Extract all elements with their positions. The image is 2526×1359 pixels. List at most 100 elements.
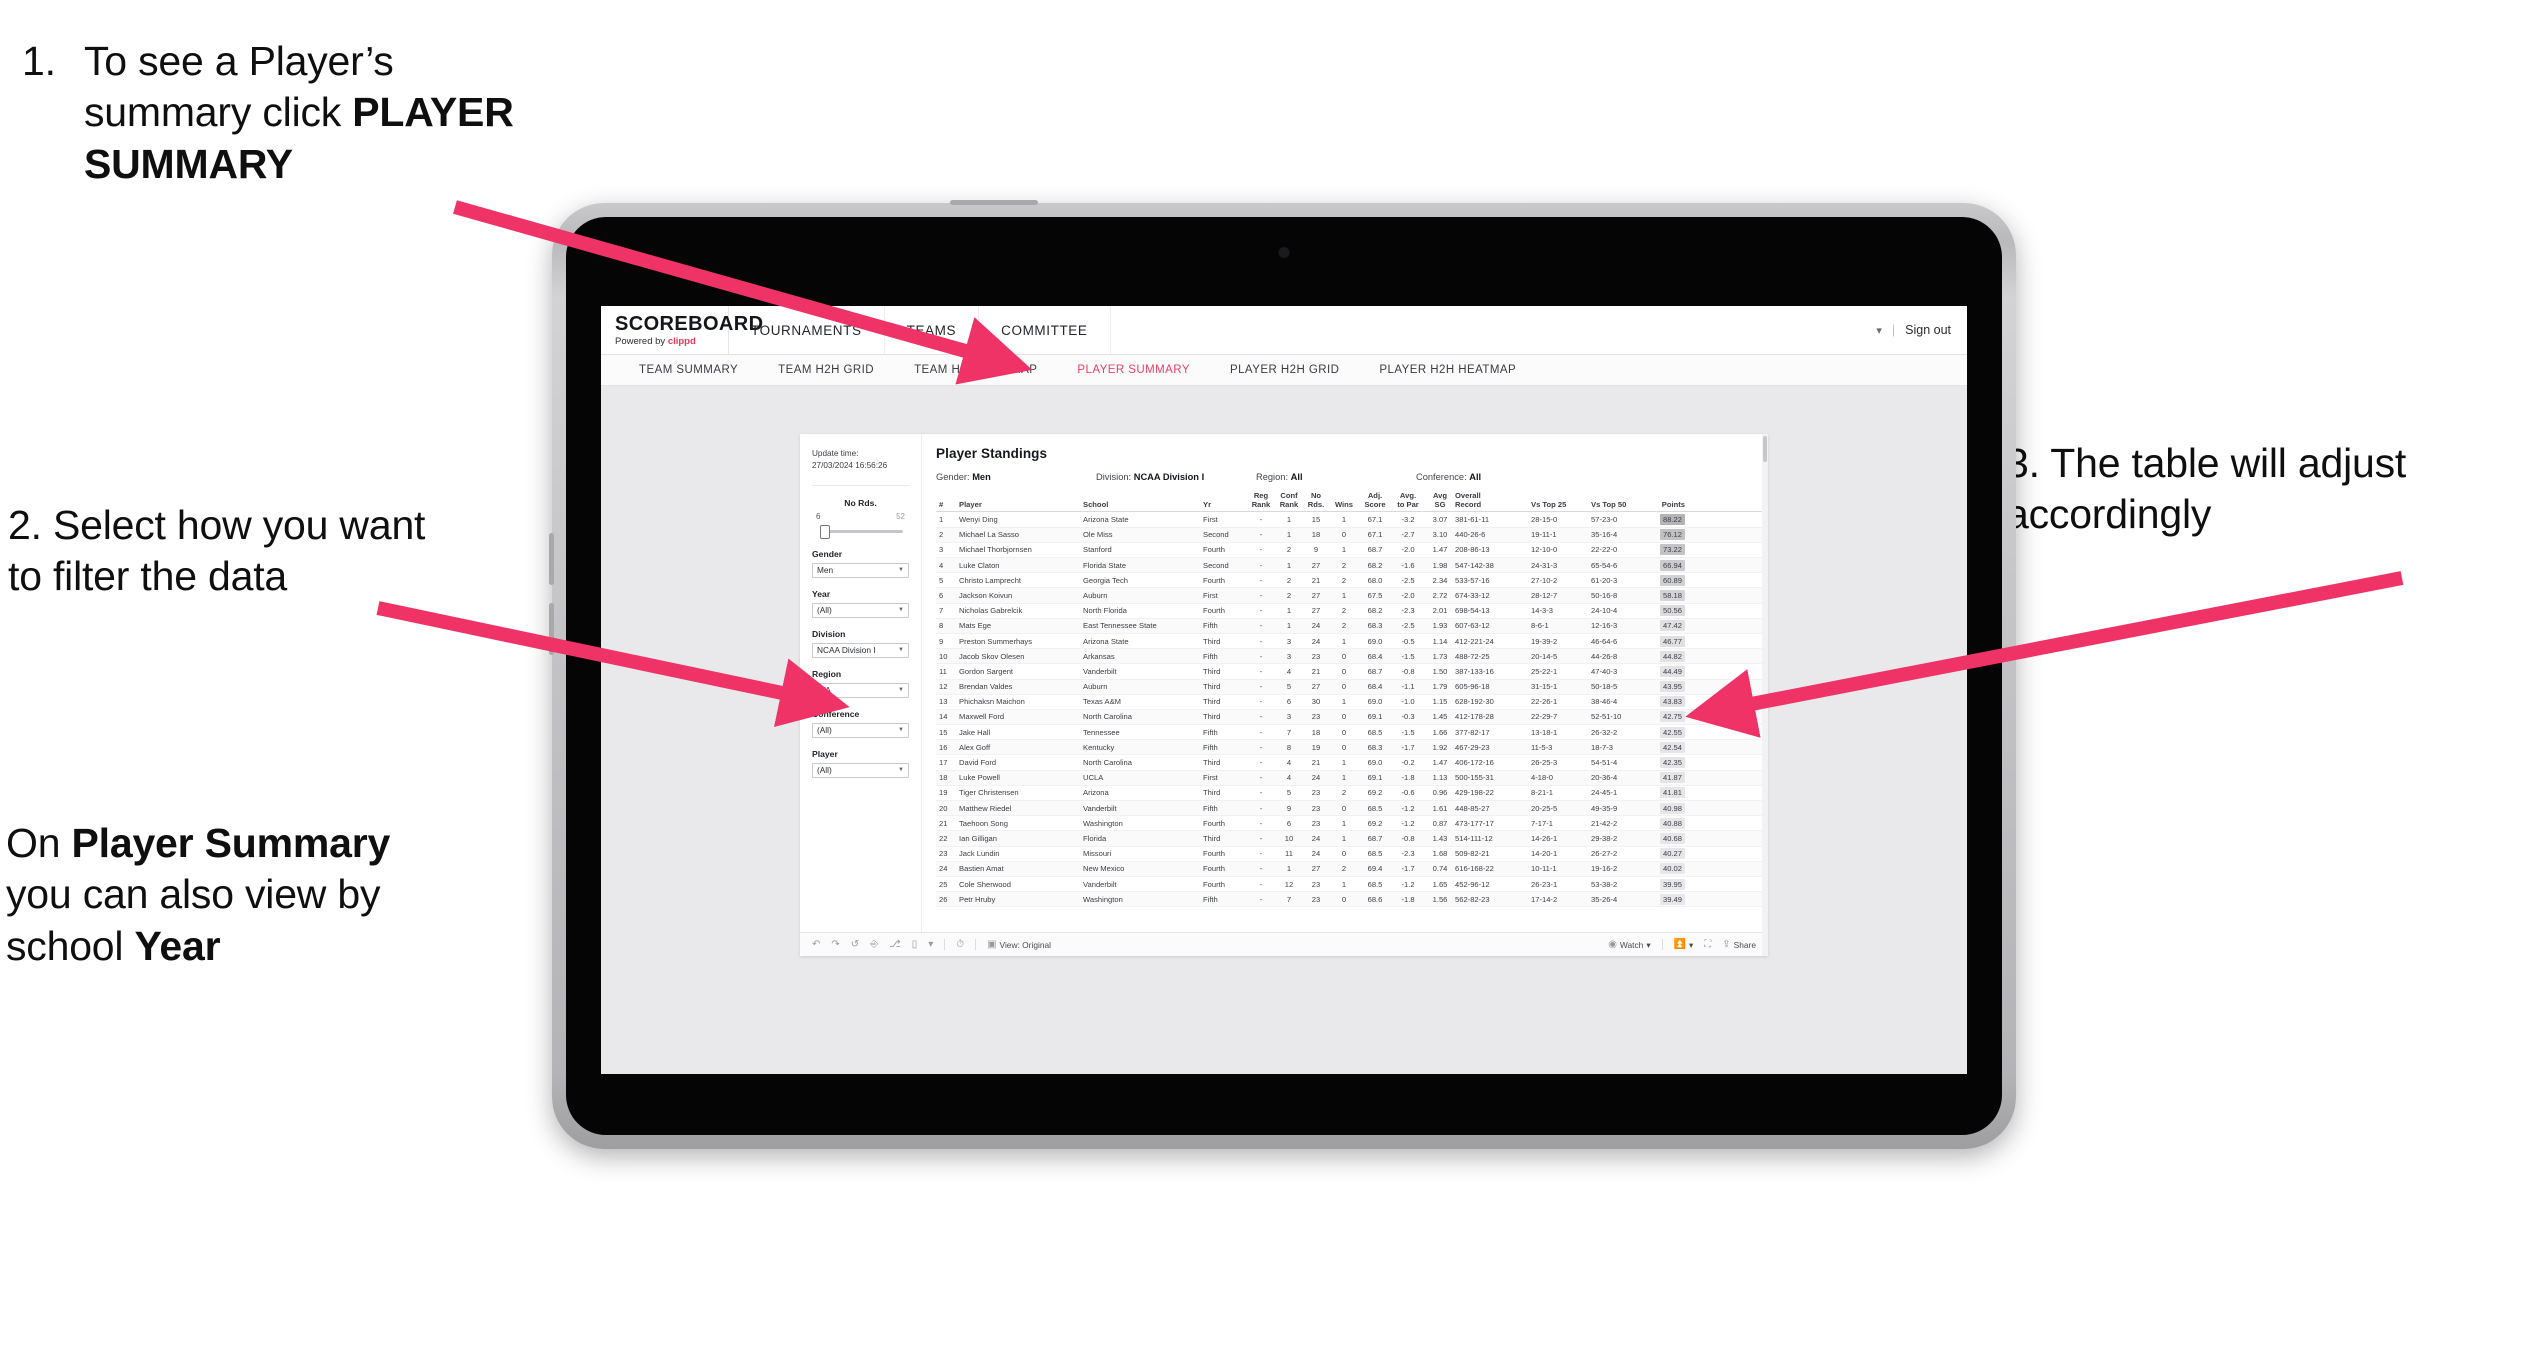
cell-no-rds: 24 xyxy=(1311,773,1321,783)
logo-title: SCOREBOARD xyxy=(615,312,764,335)
view-original-button[interactable]: ▣ View: Original xyxy=(987,939,1051,950)
table-row[interactable]: 17 David Ford North Carolina Third - 4 21 1 69.0… xyxy=(936,755,1768,771)
tablet-device-frame: SCOREBOARD Powered by clippd TOURNAMENTS… xyxy=(549,200,2016,1149)
table-row[interactable]: 1 Wenyi Ding Arizona State First - 1 15 1 67.1 -3… xyxy=(936,512,1768,528)
meta-gender: Gender: Men xyxy=(936,472,1096,482)
cell-player: Maxwell Ford xyxy=(959,712,1005,722)
table-row[interactable]: 21 Taehoon Song Washington Fourth - 6 23 1 69.2 -… xyxy=(936,816,1768,832)
column-header-vs-top-50[interactable]: Vs Top 50 xyxy=(1591,500,1649,510)
cell-points: 42.75 xyxy=(1649,711,1689,723)
table-row[interactable]: 2 Michael La Sasso Ole Miss Second - 1 18 0 67.1… xyxy=(936,527,1768,543)
table-row[interactable]: 4 Luke Claton Florida State Second - 1 27 2 68.2… xyxy=(936,558,1768,574)
chevron-down-icon[interactable]: ▾ xyxy=(1876,324,1882,337)
tab-player-summary[interactable]: PLAYER SUMMARY xyxy=(1057,364,1210,376)
table-row[interactable]: 6 Jackson Koivun Auburn First - 2 27 1 67.5 -2.0 2… xyxy=(936,588,1768,604)
table-row[interactable]: 5 Christo Lamprecht Georgia Tech Fourth - 2 21… xyxy=(936,573,1768,589)
filter-player-select[interactable]: (All) ▼ xyxy=(812,762,909,778)
table-row[interactable]: 12 Brendan Valdes Auburn Third - 5 27 0 68.4 -1.1… xyxy=(936,679,1768,695)
table-row[interactable]: 3 Michael Thorbjornsen Stanford Fourth -2 9 1 6… xyxy=(936,543,1768,558)
cell-reg-rank: - xyxy=(1259,651,1263,661)
table-row[interactable]: 19 Tiger Christensen Arizona Third - 5 23 2 69.2… xyxy=(936,786,1768,801)
undo-icon[interactable]: ↶ xyxy=(812,939,820,950)
column-header-wins[interactable]: Wins xyxy=(1329,500,1359,510)
cell-player: Ian Gilligan xyxy=(959,833,997,843)
cell-points: 47.42 xyxy=(1649,620,1689,632)
filter-region-select[interactable]: N/A ▼ xyxy=(812,682,909,698)
column-header-overall-record[interactable]: Overall Record xyxy=(1455,491,1531,509)
table-row[interactable]: 24 Bastien Amat New Mexico Fourth - 1 27 2 69.4 -… xyxy=(936,861,1768,877)
cell-school: North Carolina xyxy=(1083,758,1132,768)
cell-conf-rank: 9 xyxy=(1286,803,1292,813)
column-header-yr[interactable]: Yr xyxy=(1203,500,1247,510)
history-clock-icon[interactable]: ⏱ xyxy=(956,939,964,950)
header-nav-item-tournaments[interactable]: TOURNAMENTS xyxy=(729,306,885,354)
cell-overall-record: 377-82-17 xyxy=(1455,727,1490,737)
chevron-down-icon[interactable]: ▾ xyxy=(928,939,933,950)
column-header-no-rds[interactable]: No Rds. xyxy=(1303,491,1329,509)
download-button[interactable]: ⏫ ▾ xyxy=(1674,939,1694,950)
cell-no-rds: 21 xyxy=(1311,575,1321,585)
pause-updates-icon[interactable]: ⎇ xyxy=(889,939,901,950)
cell-avg-to-par: -3.2 xyxy=(1401,515,1415,525)
filter-division-select[interactable]: NCAA Division I ▼ xyxy=(812,642,909,658)
cell-wins: 2 xyxy=(1341,621,1347,631)
tab-team-h2h-grid[interactable]: TEAM H2H GRID xyxy=(758,364,894,376)
table-row[interactable]: 15 Jake Hall Tennessee Fifth - 7 18 0 68.5 -1.5 1.… xyxy=(936,725,1768,741)
column-header-conf-rank[interactable]: Conf Rank xyxy=(1275,491,1303,509)
sign-out-link[interactable]: Sign out xyxy=(1905,323,1951,337)
table-row[interactable]: 26 Petr Hruby Washington Fifth - 7 23 0 68.6 -1.8… xyxy=(936,892,1768,908)
tab-player-h2h-grid[interactable]: PLAYER H2H GRID xyxy=(1210,364,1359,376)
cell-vs-top-25: 13-18-1 xyxy=(1531,727,1558,737)
table-row[interactable]: 25 Cole Sherwood Vanderbilt Fourth - 12 23 1 68.… xyxy=(936,877,1768,893)
column-header-adj-score[interactable]: Adj. Score xyxy=(1359,491,1391,509)
filter-gender-select[interactable]: Men ▼ xyxy=(812,562,909,578)
watch-button[interactable]: ◉ Watch ▾ xyxy=(1608,939,1650,950)
filter-conference-select[interactable]: (All) ▼ xyxy=(812,722,909,738)
cell-vs-top-50: 12-16-3 xyxy=(1591,621,1618,631)
table-row[interactable]: 10 Jacob Skov Olesen Arkansas Fifth - 3 23 0 68.… xyxy=(936,649,1768,665)
header-nav-item-committee[interactable]: COMMITTEE xyxy=(979,306,1111,354)
tab-team-summary[interactable]: TEAM SUMMARY xyxy=(619,364,758,376)
slider-handle[interactable] xyxy=(820,524,830,539)
redo-icon[interactable]: ↷ xyxy=(831,939,839,950)
column-header-player[interactable]: Player xyxy=(959,500,1083,510)
column-header-avg-sg[interactable]: Avg SG xyxy=(1425,491,1455,509)
share-button[interactable]: ⇪ Share xyxy=(1722,939,1756,950)
vertical-scrollbar[interactable] xyxy=(1762,434,1768,956)
app-logo[interactable]: SCOREBOARD Powered by clippd xyxy=(601,306,764,354)
column-header-points[interactable]: Points xyxy=(1649,500,1689,510)
table-row[interactable]: 9 Preston Summerhays Arizona State Third - 3 2… xyxy=(936,634,1768,650)
filter-year-select[interactable]: (All) ▼ xyxy=(812,602,909,618)
table-row[interactable]: 13 Phichaksn Maichon Texas A&M Third - 6 30 1 69… xyxy=(936,695,1768,710)
column-header-vs-top-25[interactable]: Vs Top 25 xyxy=(1531,500,1591,510)
scrollbar-thumb[interactable] xyxy=(1763,436,1767,462)
cell-vs-top-25: 26-23-1 xyxy=(1531,879,1558,889)
column-header-reg-rank[interactable]: Reg Rank xyxy=(1247,491,1275,509)
table-row[interactable]: 20 Matthew Riedel Vanderbilt Fifth - 9 23 0 68.5… xyxy=(936,801,1768,817)
cell-points: 39.95 xyxy=(1649,878,1689,890)
toolbar-divider xyxy=(944,939,946,950)
refresh-data-icon[interactable]: ⎆ xyxy=(870,939,878,950)
cell-vs-top-25: 25-22-1 xyxy=(1531,666,1558,676)
table-row[interactable]: 23 Jack Lundin Missouri Fourth - 11 24 0 68.5 -2.… xyxy=(936,847,1768,862)
device-layout-icon[interactable]: ▯ xyxy=(912,939,918,950)
column-header-avg-to-par[interactable]: Avg. to Par xyxy=(1391,491,1425,509)
revert-icon[interactable]: ↺ xyxy=(851,939,859,950)
table-row[interactable]: 8 Mats Ege East Tennessee State Fifth - 1 24 2 6… xyxy=(936,618,1768,634)
table-row[interactable]: 18 Luke Powell UCLA First - 4 24 1 69.1 -1.8 1.13 5… xyxy=(936,770,1768,786)
table-row[interactable]: 11 Gordon Sargent Vanderbilt Third - 4 21 0 68.7… xyxy=(936,664,1768,680)
cell-no-rds: 21 xyxy=(1311,758,1321,768)
cell-yr: Fifth xyxy=(1203,651,1218,661)
table-row[interactable]: 16 Alex Goff Kentucky Fifth - 8 19 0 68.3 -1.7 1.9… xyxy=(936,740,1768,756)
tab-player-h2h-heatmap[interactable]: PLAYER H2H HEATMAP xyxy=(1359,364,1536,376)
tab-team-h2h-heatmap[interactable]: TEAM H2H HEATMAP xyxy=(894,364,1057,376)
cell-wins: 0 xyxy=(1341,530,1347,540)
column-header-rank[interactable]: # xyxy=(936,500,959,510)
header-nav-item-teams[interactable]: TEAMS xyxy=(885,306,980,354)
column-header-school[interactable]: School xyxy=(1083,500,1203,510)
table-row[interactable]: 22 Ian Gilligan Florida Third - 10 24 1 68.7 -0.8… xyxy=(936,831,1768,847)
table-row[interactable]: 7 Nicholas Gabrelcik North Florida Fourth - 1… xyxy=(936,604,1768,619)
fullscreen-icon[interactable]: ⛶ xyxy=(1704,939,1711,950)
no-rounds-slider[interactable] xyxy=(818,524,903,539)
table-row[interactable]: 14 Maxwell Ford North Carolina Third - 3 23 0 69… xyxy=(936,709,1768,726)
